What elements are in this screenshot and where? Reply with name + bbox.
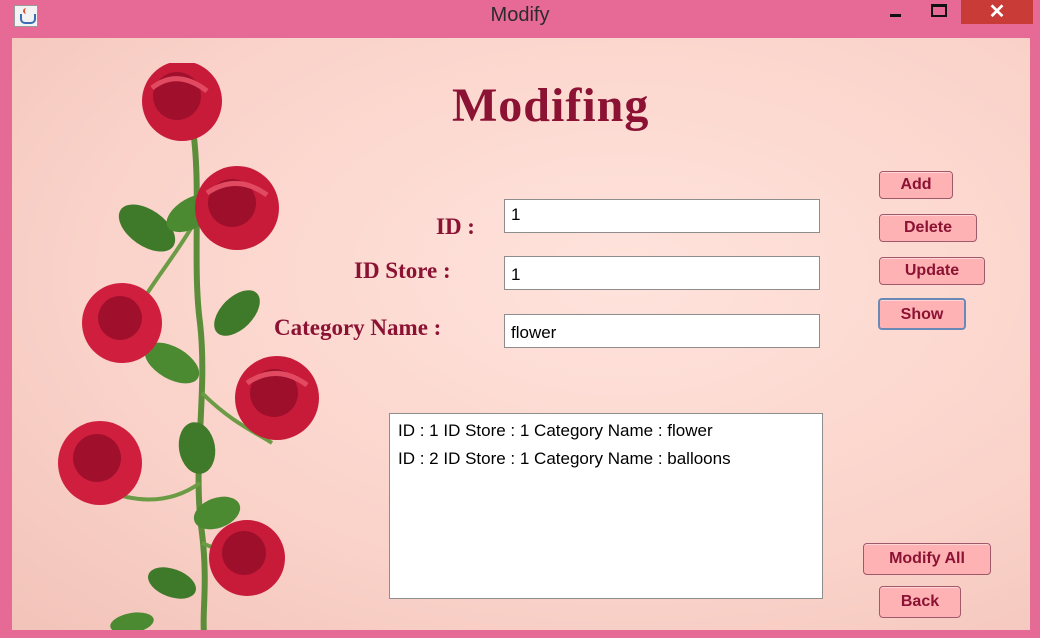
category-name-field[interactable]: flower [504, 314, 820, 348]
title-bar: Modify ✕ [0, 0, 1040, 34]
show-button[interactable]: Show [878, 298, 966, 330]
id-label: ID : [436, 214, 475, 239]
roses-image [58, 63, 319, 630]
id-store-label: ID Store : [354, 258, 451, 283]
add-button[interactable]: Add [879, 171, 953, 199]
maximize-button[interactable] [922, 0, 954, 24]
back-button[interactable]: Back [879, 586, 961, 618]
minimize-button[interactable] [880, 0, 912, 24]
page-title: Modifing [452, 79, 650, 132]
category-name-label: Category Name : [274, 315, 442, 340]
id-store-field[interactable]: 1 [504, 256, 820, 290]
id-field[interactable]: 1 [504, 199, 820, 233]
list-item[interactable]: ID : 1 ID Store : 1 Category Name : flow… [398, 418, 814, 446]
window-content: Modifing ID : ID Store : Category Name :… [12, 38, 1030, 630]
close-button[interactable]: ✕ [961, 0, 1033, 24]
update-button[interactable]: Update [879, 257, 985, 285]
list-item[interactable]: ID : 2 ID Store : 1 Category Name : ball… [398, 446, 814, 474]
results-list[interactable]: ID : 1 ID Store : 1 Category Name : flow… [389, 413, 823, 599]
delete-button[interactable]: Delete [879, 214, 977, 242]
modify-all-button[interactable]: Modify All [863, 543, 991, 575]
